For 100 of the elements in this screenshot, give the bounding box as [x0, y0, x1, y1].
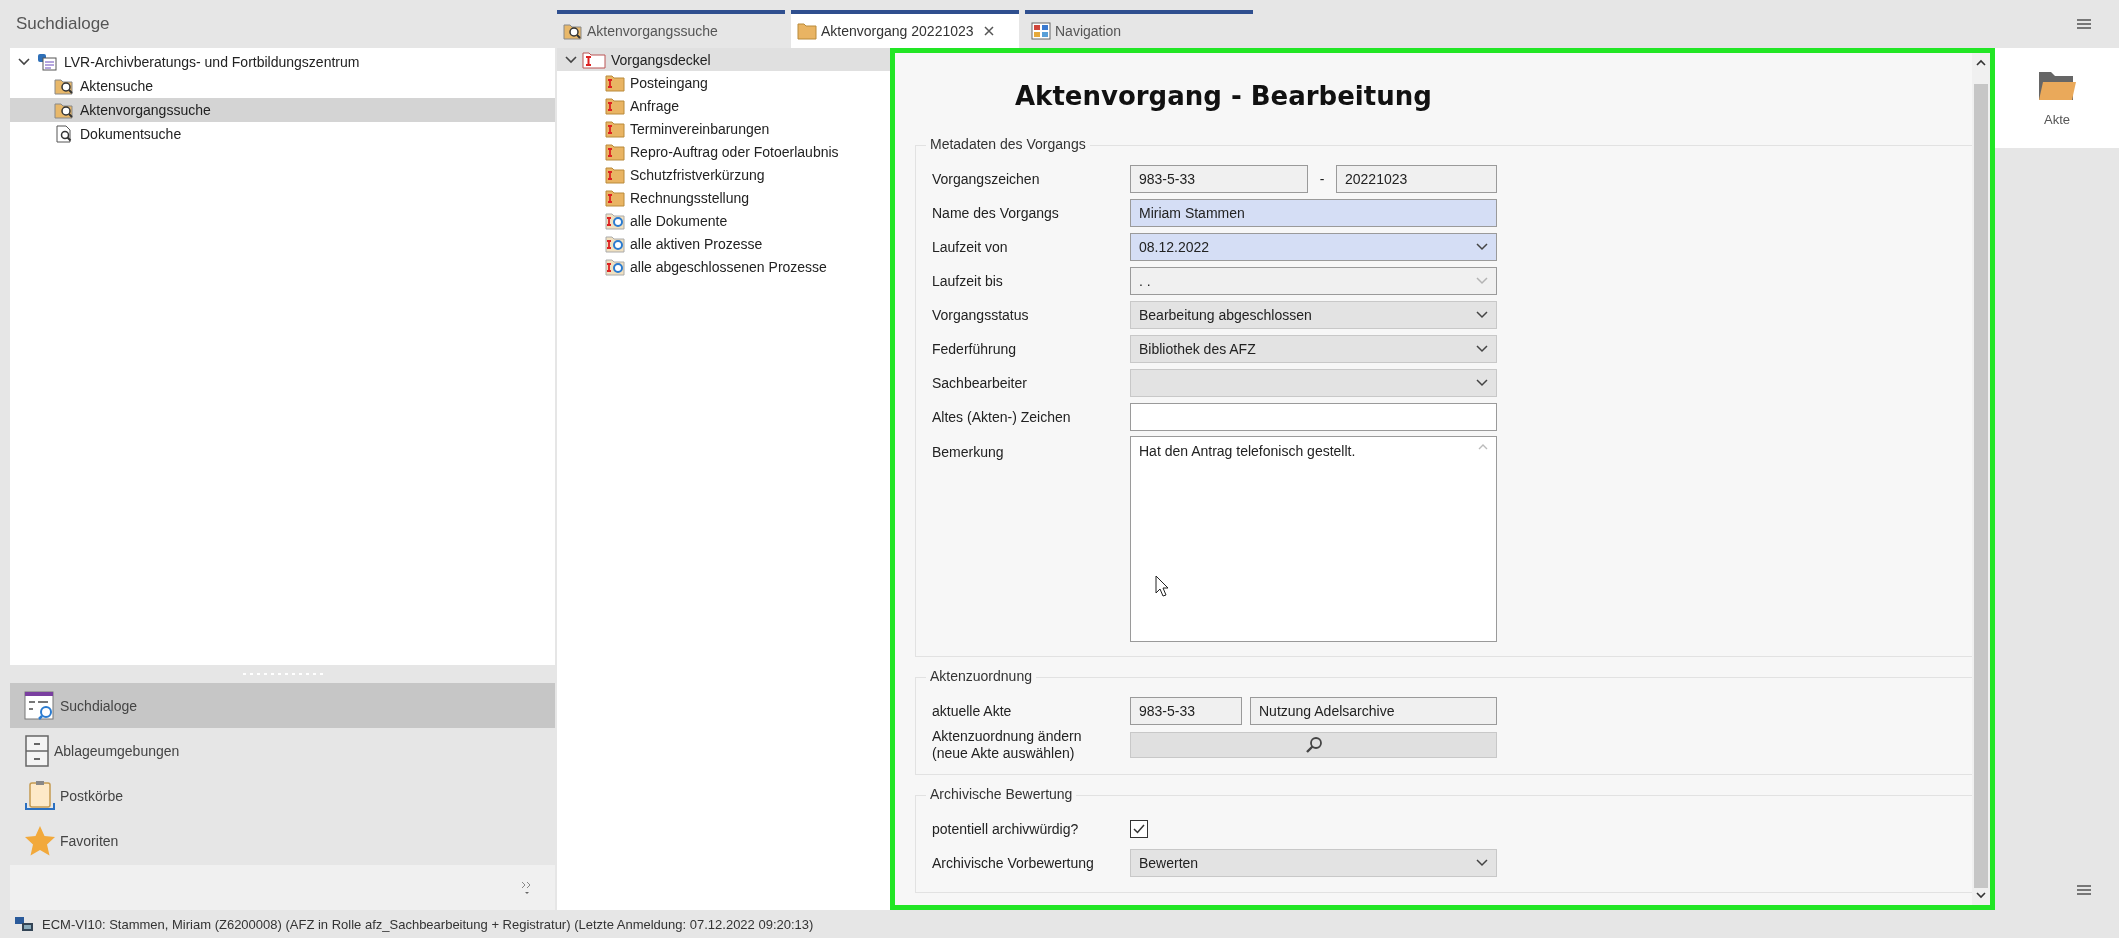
process-folder-icon — [605, 142, 625, 161]
field-label: Laufzeit von — [932, 238, 1009, 256]
tree-item[interactable]: Dokumentsuche — [10, 122, 555, 146]
menu-icon[interactable] — [2077, 18, 2091, 30]
navigation-button[interactable]: Postkörbe — [10, 773, 555, 818]
tree-item-label: Dokumentsuche — [80, 126, 182, 142]
dropdown-field[interactable]: Bibliothek des AFZ — [1130, 335, 1497, 363]
folder-search-icon — [54, 77, 74, 95]
navigation-button[interactable]: Suchdialoge — [10, 683, 555, 728]
chevron-down-icon[interactable] — [1476, 345, 1488, 353]
field-label: Archivische Vorbewertung — [932, 854, 1095, 872]
process-folder-icon — [605, 165, 625, 184]
process-folder-icon — [605, 119, 625, 138]
tree-item[interactable]: alle aktiven Prozesse — [557, 232, 890, 255]
input-field[interactable]: Nutzung Adelsarchive — [1250, 697, 1497, 725]
dropdown-field[interactable]: Bewerten — [1130, 849, 1497, 877]
document-search-icon — [54, 125, 74, 143]
tree-item[interactable]: Schutzfristverkürzung — [557, 163, 890, 186]
tree-item[interactable]: Anfrage — [557, 94, 890, 117]
akte-button[interactable]: Akte — [1995, 48, 2119, 148]
chevron-down-icon[interactable] — [1476, 311, 1488, 319]
tree-item-label: Posteingang — [630, 74, 708, 91]
input-field[interactable]: Miriam Stammen — [1130, 199, 1497, 227]
tree-item-label: alle Dokumente — [630, 212, 728, 229]
folder-cover-icon — [582, 50, 606, 69]
tree-item-label: LVR-Archivberatungs- und Fortbildungszentrum — [64, 54, 360, 70]
navigation-button[interactable]: Favoriten — [10, 818, 555, 863]
tree-item[interactable]: Vorgangsdeckel — [557, 48, 890, 71]
menu-icon[interactable] — [2077, 884, 2091, 896]
search-form-icon — [24, 689, 56, 722]
tree-item-label: Repro-Auftrag oder Fotoerlaubnis — [630, 143, 839, 160]
mouse-pointer-icon — [1155, 575, 1169, 597]
folder-search-icon — [563, 22, 583, 40]
tree-item[interactable]: alle abgeschlossenen Prozesse — [557, 255, 890, 278]
cabinet-icon — [24, 734, 50, 767]
expand-more-icon[interactable] — [521, 879, 533, 896]
tree-item-label: Rechnungsstellung — [630, 189, 750, 206]
star-icon — [24, 824, 56, 857]
input-field[interactable] — [1130, 403, 1497, 431]
dropdown-field[interactable]: 08.12.2022 — [1130, 233, 1497, 261]
tree-item-label: Terminvereinbarungen — [630, 120, 770, 137]
tree-item-label: Aktenvorgangssuche — [80, 102, 211, 118]
chevron-down-icon[interactable] — [18, 58, 30, 66]
process-folder-icon — [605, 73, 625, 92]
network-icon — [14, 916, 34, 932]
search-icon — [1304, 736, 1323, 754]
folder-icon — [797, 22, 817, 40]
chevron-down-icon[interactable] — [1476, 379, 1488, 387]
scroll-up-icon[interactable] — [1976, 59, 1986, 66]
tree-item[interactable]: Aktensuche — [10, 74, 555, 98]
process-search-icon — [605, 257, 625, 276]
tree-item[interactable]: alle Dokumente — [557, 209, 890, 232]
scroll-down-icon[interactable] — [1976, 892, 1986, 899]
tree-item[interactable]: Posteingang — [557, 71, 890, 94]
form-title: Aktenvorgang - Bearbeitung — [1015, 81, 1432, 111]
tree-item-label: alle aktiven Prozesse — [630, 235, 763, 252]
tree-item[interactable]: Rechnungsstellung — [557, 186, 890, 209]
scrollbar[interactable] — [1972, 53, 1990, 905]
tree-item[interactable]: LVR-Archivberatungs- und Fortbildungszentrum — [10, 50, 555, 74]
process-search-icon — [605, 211, 625, 230]
process-search-icon — [605, 234, 625, 253]
process-folder-icon — [605, 96, 625, 115]
field-label: Aktenzuordnung ändern (neue Akte auswählen) — [932, 728, 1083, 762]
textarea-field[interactable]: Hat den Antrag telefonisch gestellt. — [1130, 436, 1497, 642]
panel-title: Suchdialoge — [15, 13, 111, 35]
clipboard-icon — [24, 779, 56, 812]
navigation-label: Suchdialoge — [60, 697, 138, 714]
separator-text: - — [1318, 171, 1326, 187]
archive-tree-icon — [36, 52, 58, 72]
tree-item-label: Schutzfristverkürzung — [630, 166, 765, 183]
field-label: Name des Vorgangs — [932, 204, 1060, 222]
tree-item-label: alle abgeschlossenen Prozesse — [630, 258, 827, 275]
tree-item-label: Anfrage — [630, 97, 680, 114]
tree-item[interactable]: Aktenvorgangssuche — [10, 98, 555, 122]
folder-search-icon — [54, 101, 74, 119]
field-label: Laufzeit bis — [932, 272, 1004, 290]
input-field[interactable]: 20221023 — [1336, 165, 1497, 193]
process-folder-icon — [605, 188, 625, 207]
dropdown-field[interactable] — [1130, 369, 1497, 397]
tree-item-label: Vorgangsdeckel — [611, 51, 711, 68]
chevron-down-icon[interactable] — [1476, 859, 1488, 867]
field-label: Federführung — [932, 340, 1018, 358]
tree-item-label: Aktensuche — [80, 78, 154, 94]
tree-item[interactable]: Repro-Auftrag oder Fotoerlaubnis — [557, 140, 890, 163]
field-label: potentiell archivwürdig? — [932, 820, 1080, 838]
navigation-label: Ablageumgebungen — [54, 742, 180, 759]
chevron-down-icon[interactable] — [1476, 243, 1488, 251]
navigation-button[interactable]: Ablageumgebungen — [10, 728, 555, 773]
chevron-down-icon[interactable] — [565, 55, 577, 64]
dropdown-field[interactable]: Bearbeitung abgeschlossen — [1130, 301, 1497, 329]
navigation-label: Favoriten — [60, 832, 119, 849]
field-label: Sachbearbeiter — [932, 374, 1028, 392]
field-label: Bemerkung — [932, 444, 1005, 461]
input-field[interactable]: 983-5-33 — [1130, 165, 1308, 193]
close-icon[interactable] — [983, 26, 994, 36]
tree-item[interactable]: Terminvereinbarungen — [557, 117, 890, 140]
tab[interactable]: Aktenvorgang 20221023 — [791, 10, 1019, 48]
checkbox[interactable] — [1130, 820, 1148, 838]
input-field[interactable]: 983-5-33 — [1130, 697, 1242, 725]
grid-icon — [1031, 22, 1051, 40]
